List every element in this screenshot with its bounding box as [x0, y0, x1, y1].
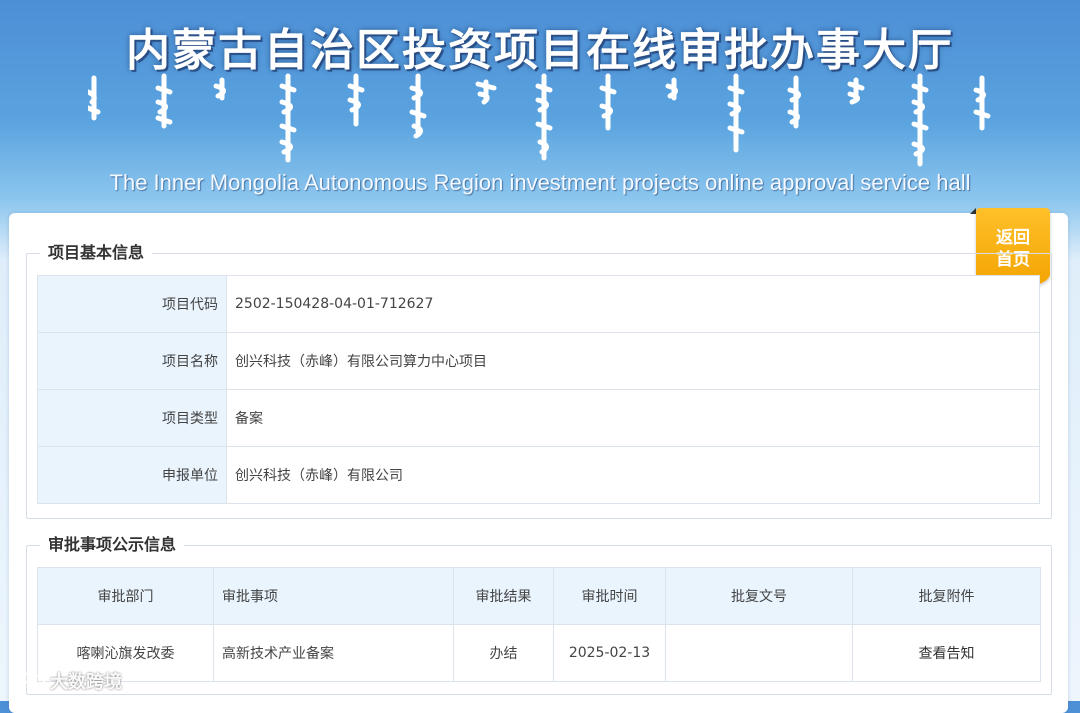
table-row: 项目名称 创兴科技（赤峰）有限公司算力中心项目 — [37, 332, 1040, 390]
project-code-label: 项目代码 — [37, 275, 227, 333]
cell-doc-no — [665, 624, 853, 682]
view-notice-link[interactable]: 查看告知 — [919, 646, 975, 662]
table-row: 申报单位 创兴科技（赤峰）有限公司 — [37, 446, 1040, 504]
page-title-english: The Inner Mongolia Autonomous Region inv… — [109, 170, 971, 195]
approval-table: 审批部门 审批事项 审批结果 审批时间 批复文号 批复附件 喀喇沁旗发改委 高新… — [37, 567, 1041, 682]
project-type-value: 备案 — [226, 389, 1040, 447]
table-row: 项目代码 2502-150428-04-01-712627 — [37, 275, 1040, 333]
cell-result: 办结 — [453, 624, 554, 682]
col-header-dept: 审批部门 — [37, 567, 214, 625]
cell-time: 2025-02-13 — [553, 624, 666, 682]
back-home-label-line1: 返回 — [996, 228, 1030, 248]
basic-info-table: 项目代码 2502-150428-04-01-712627 项目名称 创兴科技（… — [37, 275, 1040, 504]
project-type-label: 项目类型 — [37, 389, 227, 447]
project-code-value: 2502-150428-04-01-712627 — [226, 275, 1040, 333]
applicant-label: 申报单位 — [37, 446, 227, 504]
mongolian-script-title — [88, 72, 992, 170]
project-name-label: 项目名称 — [37, 332, 227, 390]
page-title-chinese: 内蒙古自治区投资项目在线审批办事大厅 — [126, 25, 954, 76]
table-row: 喀喇沁旗发改委 高新技术产业备案 办结 2025-02-13 查看告知 — [37, 624, 1041, 682]
basic-info-section: 项目基本信息 项目代码 2502-150428-04-01-712627 项目名… — [26, 242, 1052, 519]
watermark: 大数跨境 — [12, 668, 122, 694]
header-banner: 内蒙古自治区投资项目在线审批办事大厅 The Inner Mongolia Au… — [0, 0, 1080, 210]
col-header-time: 审批时间 — [553, 567, 666, 625]
project-name-value: 创兴科技（赤峰）有限公司算力中心项目 — [226, 332, 1040, 390]
watermark-text: 大数跨境 — [50, 672, 122, 693]
cell-attachment: 查看告知 — [852, 624, 1041, 682]
col-header-doc-no: 批复文号 — [665, 567, 853, 625]
table-header-row: 审批部门 审批事项 审批结果 审批时间 批复文号 批复附件 — [37, 567, 1041, 625]
col-header-attachment: 批复附件 — [852, 567, 1041, 625]
applicant-value: 创兴科技（赤峰）有限公司 — [226, 446, 1040, 504]
basic-info-legend: 项目基本信息 — [40, 242, 153, 264]
cell-item: 高新技术产业备案 — [213, 624, 454, 682]
approval-info-legend: 审批事项公示信息 — [40, 534, 185, 556]
table-row: 项目类型 备案 — [37, 389, 1040, 447]
paw-logo-icon — [13, 672, 45, 689]
approval-info-section: 审批事项公示信息 审批部门 审批事项 审批结果 审批时间 批复文号 批复附件 喀… — [26, 534, 1052, 695]
col-header-item: 审批事项 — [213, 567, 454, 625]
col-header-result: 审批结果 — [453, 567, 554, 625]
